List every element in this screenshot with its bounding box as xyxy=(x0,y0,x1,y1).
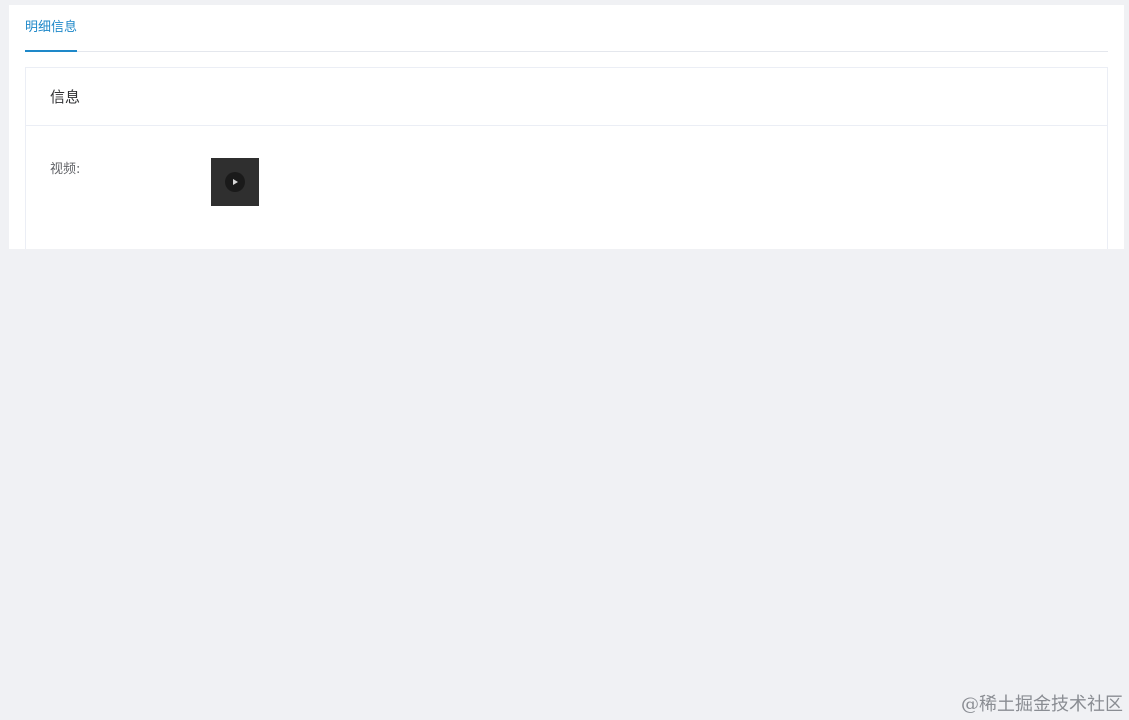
info-card: 信息 视频: xyxy=(25,67,1108,249)
tab-detail-info[interactable]: 明细信息 xyxy=(25,5,78,52)
tab-label: 明细信息 xyxy=(25,20,78,35)
play-icon xyxy=(233,179,238,185)
watermark: @稀土掘金技术社区 xyxy=(961,694,1123,715)
play-button[interactable] xyxy=(225,172,245,192)
tabs-bar: 明细信息 xyxy=(25,5,1108,52)
video-field-label: 视频: xyxy=(50,162,81,177)
detail-panel: 明细信息 信息 视频: xyxy=(9,5,1124,249)
tab-active-indicator xyxy=(25,50,78,52)
card-title: 信息 xyxy=(26,68,1107,126)
video-thumbnail[interactable] xyxy=(211,158,259,206)
